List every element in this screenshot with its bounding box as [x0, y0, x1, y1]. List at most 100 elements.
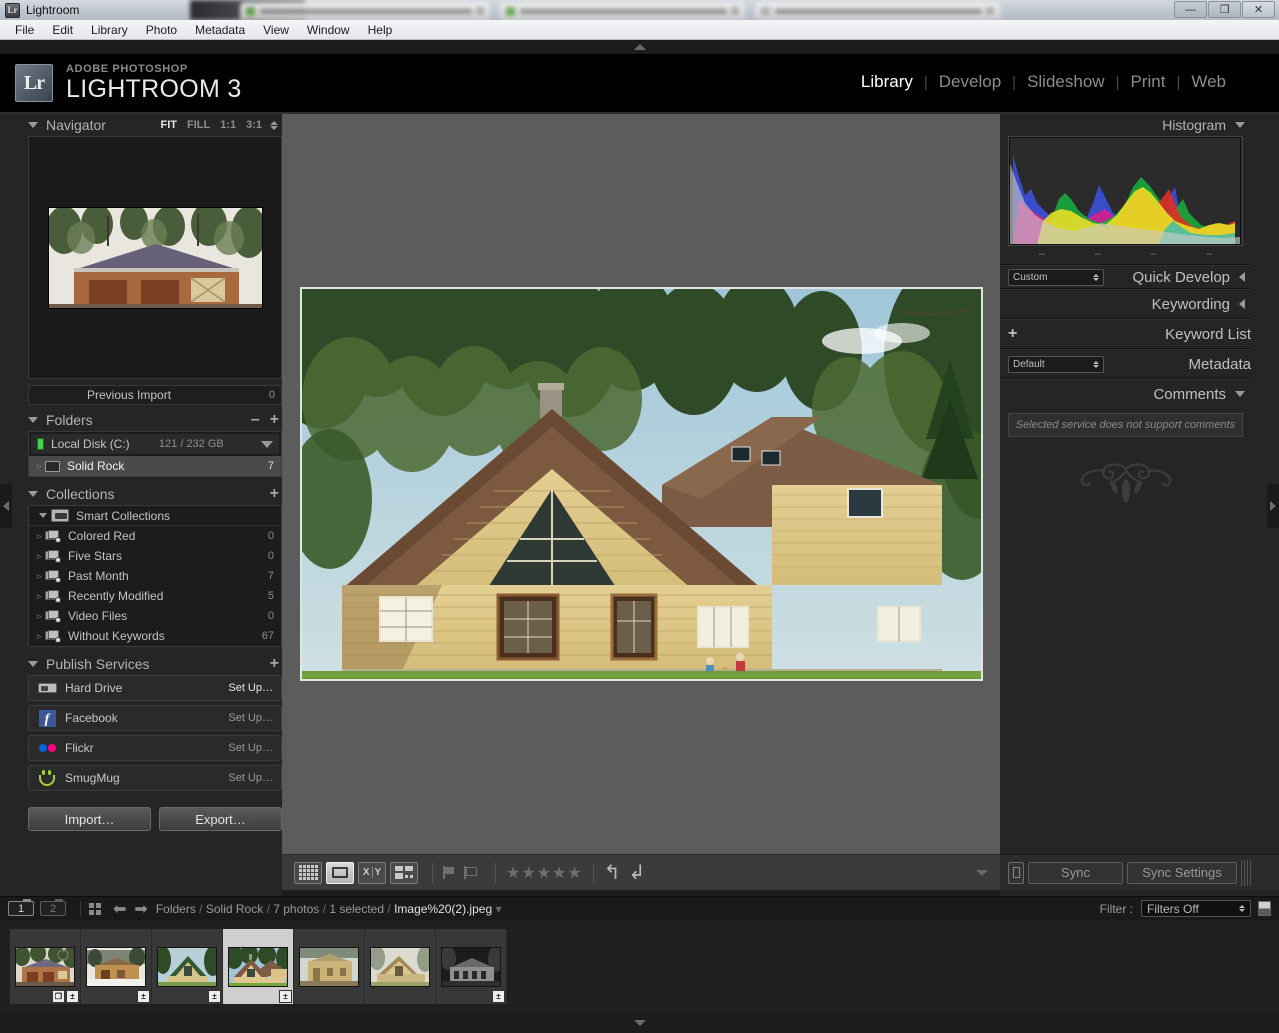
rotate-right-icon[interactable]: ↲ [628, 860, 645, 885]
rotate-left-icon[interactable]: ↰ [604, 860, 621, 885]
navigator-preview[interactable] [28, 136, 282, 379]
publish-service-hard-drive[interactable]: Hard Drive Set Up… [28, 675, 282, 701]
main-screen-button[interactable]: 1 [8, 901, 34, 916]
folders-panel-header[interactable]: Folders – + [28, 409, 282, 431]
stack-badge[interactable]: ❐ [52, 990, 65, 1003]
metadata-panel-header[interactable]: Default Metadata [1000, 350, 1251, 378]
collections-panel-header[interactable]: Collections + [28, 483, 282, 505]
breadcrumb-source[interactable]: Folders [156, 902, 196, 916]
keyword-list-panel-header[interactable]: + Keyword List [1000, 320, 1251, 348]
export-button[interactable]: Export… [159, 807, 282, 831]
menu-window[interactable]: Window [298, 21, 359, 39]
add-collection-button[interactable]: + [270, 486, 282, 502]
bottom-panel-toggle[interactable] [0, 1013, 1279, 1033]
develop-badge[interactable]: ± [137, 990, 150, 1003]
collection-row[interactable]: ▹ Without Keywords 67 [29, 626, 281, 646]
collection-row[interactable]: ▹ Past Month 7 [29, 566, 281, 586]
import-button[interactable]: Import… [28, 807, 151, 831]
breadcrumb[interactable]: Folders / Solid Rock / 7 photos / 1 sele… [156, 902, 502, 916]
filter-enable-switch[interactable] [1258, 901, 1271, 916]
expand-disclosure-icon[interactable]: ▹ [33, 461, 45, 472]
compare-view-button[interactable]: X Y [358, 862, 386, 884]
expand-disclosure-icon[interactable]: ▹ [33, 591, 45, 602]
flag-pick-icon[interactable] [443, 866, 456, 879]
menu-edit[interactable]: Edit [43, 21, 82, 39]
volume-menu-icon[interactable] [261, 441, 273, 448]
navigator-panel-header[interactable]: Navigator FIT FILL 1:1 3:1 [28, 114, 282, 136]
collection-row[interactable]: ▹ Recently Modified 5 [29, 586, 281, 606]
menu-file[interactable]: File [6, 21, 43, 39]
auto-sync-toggle-icon[interactable] [1008, 862, 1024, 884]
collection-row[interactable]: ▹ Five Stars 0 [29, 546, 281, 566]
sync-button[interactable]: Sync [1028, 862, 1123, 884]
zoom-3-1[interactable]: 3:1 [241, 119, 267, 131]
zoom-stepper-icon[interactable] [270, 121, 278, 130]
service-setup-link[interactable]: Set Up… [228, 772, 273, 784]
publish-service-smugmug[interactable]: SmugMug Set Up… [28, 765, 282, 791]
folder-row-solid-rock[interactable]: ▹ Solid Rock 7 [29, 456, 281, 476]
comments-panel-header[interactable]: Comments [1000, 380, 1251, 408]
module-library[interactable]: Library [850, 72, 924, 92]
collection-row[interactable]: ▹ Colored Red 0 [29, 526, 281, 546]
expand-disclosure-icon[interactable]: ▹ [33, 571, 45, 582]
star-rating[interactable]: ★★★★★ [506, 863, 583, 883]
develop-badge[interactable]: ± [208, 990, 221, 1003]
right-panel-collapse-handle[interactable] [1267, 484, 1279, 528]
flag-reject-icon[interactable] [464, 866, 477, 879]
module-slideshow[interactable]: Slideshow [1016, 72, 1116, 92]
module-develop[interactable]: Develop [928, 72, 1012, 92]
volume-row[interactable]: Local Disk (C:) 121 / 232 GB [31, 434, 279, 454]
menu-help[interactable]: Help [359, 21, 402, 39]
zoom-1-1[interactable]: 1:1 [215, 119, 241, 131]
close-button[interactable]: ✕ [1242, 1, 1275, 18]
module-web[interactable]: Web [1180, 72, 1237, 92]
keywording-panel-header[interactable]: Keywording [1000, 290, 1251, 318]
menu-view[interactable]: View [254, 21, 298, 39]
survey-view-button[interactable] [390, 862, 418, 884]
service-setup-link[interactable]: Set Up… [228, 682, 273, 694]
expand-disclosure-icon[interactable]: ▹ [33, 531, 45, 542]
expand-disclosure-icon[interactable]: ▹ [33, 551, 45, 562]
left-panel-collapse-handle[interactable] [0, 484, 12, 528]
histogram-graph[interactable] [1008, 136, 1243, 246]
add-folder-button[interactable]: + [270, 412, 282, 428]
zoom-fit[interactable]: FIT [155, 119, 182, 131]
toolbar-options-button[interactable] [976, 870, 988, 876]
go-forward-icon[interactable]: ➡ [134, 899, 147, 919]
quick-develop-panel-header[interactable]: Custom Quick Develop [1000, 266, 1251, 288]
service-setup-link[interactable]: Set Up… [228, 742, 273, 754]
filter-select[interactable]: Filters Off [1141, 900, 1251, 917]
minimize-button[interactable]: — [1174, 1, 1207, 18]
go-back-icon[interactable]: ⬅ [113, 899, 126, 919]
histogram-panel-header[interactable]: Histogram [1000, 114, 1251, 136]
service-setup-link[interactable]: Set Up… [228, 712, 273, 724]
develop-badge[interactable]: ± [279, 990, 292, 1003]
sync-settings-button[interactable]: Sync Settings [1127, 862, 1237, 884]
develop-badge[interactable]: ± [66, 990, 79, 1003]
metadata-preset-select[interactable]: Default [1008, 356, 1104, 373]
collection-row[interactable]: ▹ Video Files 0 [29, 606, 281, 626]
restore-button[interactable]: ❐ [1208, 1, 1241, 18]
menu-library[interactable]: Library [82, 21, 137, 39]
loupe-photo[interactable] [300, 287, 983, 681]
grid-view-icon[interactable] [89, 903, 101, 915]
loupe-view-button[interactable] [326, 862, 354, 884]
expand-disclosure-icon[interactable]: ▹ [33, 611, 45, 622]
module-print[interactable]: Print [1119, 72, 1176, 92]
add-keyword-button[interactable]: + [1008, 325, 1017, 343]
menu-photo[interactable]: Photo [137, 21, 186, 39]
zoom-fill[interactable]: FILL [182, 119, 215, 131]
quick-develop-preset-select[interactable]: Custom [1008, 269, 1104, 286]
twisty-icon[interactable] [39, 513, 47, 518]
filmstrip[interactable]: ❐ ± ± [0, 920, 1279, 1013]
remove-folder-button[interactable]: – [251, 412, 270, 428]
expand-disclosure-icon[interactable]: ▹ [33, 631, 45, 642]
publish-service-facebook[interactable]: f Facebook Set Up… [28, 705, 282, 731]
publish-service-flickr[interactable]: Flickr Set Up… [28, 735, 282, 761]
catalog-previous-import[interactable]: Previous Import 0 [28, 385, 282, 405]
develop-badge[interactable]: ± [492, 990, 505, 1003]
breadcrumb-folder[interactable]: Solid Rock [206, 902, 263, 916]
smart-collections-group[interactable]: Smart Collections [29, 506, 281, 526]
publish-services-panel-header[interactable]: Publish Services + [28, 653, 282, 675]
menu-metadata[interactable]: Metadata [186, 21, 254, 39]
